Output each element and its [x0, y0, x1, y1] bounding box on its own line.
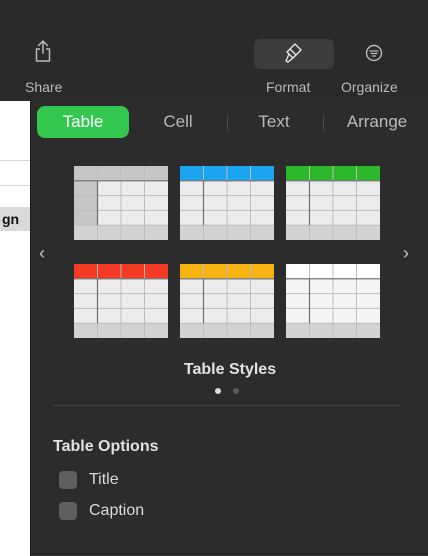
- page-indicator-dot-active[interactable]: [215, 388, 221, 394]
- table-styles-grid: [31, 161, 428, 351]
- table-style-preview: [74, 264, 168, 338]
- inspector-tabs: Table Cell Text Arrange: [31, 106, 428, 138]
- table-styles-label: Table Styles: [183, 361, 277, 378]
- organize-label: Organize: [341, 79, 398, 95]
- document-gridline: [0, 160, 30, 161]
- format-button[interactable]: Format: [254, 0, 334, 101]
- table-style-preview: [286, 264, 380, 338]
- caption-option-label: Caption: [89, 502, 145, 519]
- table-style-thumbnail[interactable]: [74, 166, 168, 240]
- tab-separator: [227, 115, 228, 131]
- organize-icon: [365, 44, 383, 62]
- title-checkbox[interactable]: [59, 471, 77, 489]
- title-option-label: Title: [89, 471, 119, 488]
- toolbar: Share Format Organize: [0, 0, 428, 101]
- share-icon: [35, 40, 51, 62]
- share-button[interactable]: Share: [0, 0, 78, 101]
- style-header-column: [74, 180, 98, 226]
- share-label: Share: [25, 79, 63, 95]
- table-style-thumbnail[interactable]: [74, 264, 168, 338]
- paintbrush-icon: [285, 43, 302, 63]
- table-options-title: Table Options: [53, 438, 159, 455]
- tab-text[interactable]: Text: [231, 106, 317, 138]
- caption-checkbox[interactable]: [59, 502, 77, 520]
- table-style-preview: [180, 166, 274, 240]
- format-inspector-panel: Table Cell Text Arrange ‹ › Table Styles…: [30, 101, 428, 556]
- table-style-preview: [286, 166, 380, 240]
- table-style-thumbnail[interactable]: [286, 264, 380, 338]
- format-label: Format: [266, 79, 311, 95]
- page-indicator-dot[interactable]: [233, 388, 239, 394]
- tab-separator: [323, 115, 324, 131]
- document-canvas[interactable]: [0, 101, 30, 556]
- table-style-preview: [74, 166, 168, 240]
- table-style-preview: [180, 264, 274, 338]
- chevron-left-icon[interactable]: ‹: [39, 243, 45, 264]
- tab-arrange[interactable]: Arrange: [329, 106, 425, 138]
- table-style-thumbnail[interactable]: [286, 166, 380, 240]
- document-gridline: [0, 185, 30, 186]
- table-style-thumbnail[interactable]: [180, 166, 274, 240]
- organize-button[interactable]: Organize: [336, 0, 428, 101]
- tab-table[interactable]: Table: [37, 106, 129, 138]
- tab-cell[interactable]: Cell: [135, 106, 221, 138]
- document-cell-fragment[interactable]: gn: [0, 207, 30, 231]
- panel-bottom-divider: [31, 553, 428, 554]
- chevron-right-icon[interactable]: ›: [403, 243, 409, 264]
- table-style-thumbnail[interactable]: [180, 264, 274, 338]
- section-divider: [53, 405, 401, 406]
